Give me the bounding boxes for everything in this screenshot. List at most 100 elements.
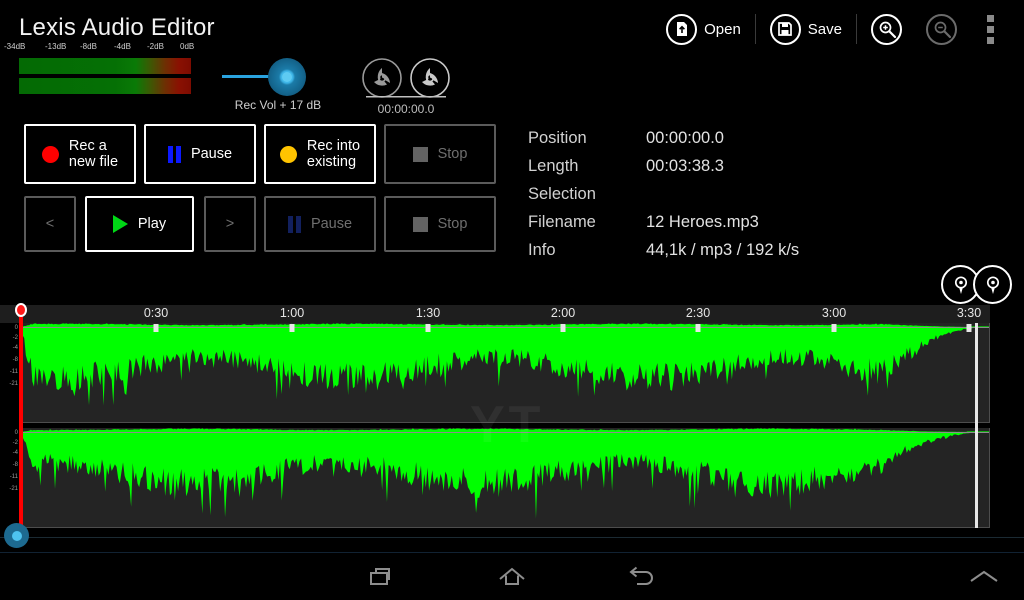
rec-new-file-label: Rec a new file: [69, 138, 118, 170]
waveform-area[interactable]: 00:301:001:302:002:303:003:30 0-2-4-8-11…: [0, 305, 1024, 530]
tape-reels: 00:00:00.0: [360, 56, 452, 116]
recents-button[interactable]: [327, 553, 437, 600]
playhead-cursor[interactable]: [19, 305, 23, 528]
level-meters: [19, 58, 191, 94]
playhead-handle[interactable]: [15, 303, 27, 317]
db-tick-2: -8dB: [80, 42, 97, 51]
record-dot-icon-2: [280, 146, 297, 163]
slider-thumb[interactable]: [282, 72, 292, 82]
ruler-marker-4: [561, 324, 566, 332]
wave-db-right-0: 0: [15, 430, 18, 436]
rec-pause-button[interactable]: Pause: [144, 124, 256, 184]
play-stop-button[interactable]: Stop: [384, 196, 496, 252]
marker-pin-buttons: [941, 265, 1012, 304]
android-navbar: [0, 552, 1024, 600]
wave-db-left-2: -4: [13, 345, 18, 351]
horizontal-scrollbar[interactable]: [0, 520, 1024, 554]
watermark: YT: [470, 395, 544, 455]
ruler-marker-1: [154, 324, 159, 332]
open-button[interactable]: Open: [654, 7, 753, 51]
play-stop-label: Stop: [438, 216, 468, 232]
wave-db-left-1: -2: [13, 335, 18, 341]
info-key-4: Info: [528, 241, 646, 260]
rec-pause-label: Pause: [191, 146, 232, 162]
scrollbar-handle-dot: [12, 531, 22, 541]
info-row-length: Length00:03:38.3: [528, 152, 799, 180]
toolbar-divider: [755, 14, 756, 44]
recording-timer: 00:00:00.0: [360, 102, 452, 116]
info-value-0: 00:00:00.0: [646, 129, 724, 148]
time-tick-6: 3:00: [822, 306, 846, 320]
info-value-4: 44,1k / mp3 / 192 k/s: [646, 241, 799, 260]
zoom-out-button[interactable]: [914, 7, 969, 51]
back-button[interactable]: [587, 553, 697, 600]
scrollbar-handle[interactable]: [4, 523, 29, 548]
home-button[interactable]: [457, 553, 567, 600]
scrollbar-track: [0, 537, 1024, 538]
time-tick-2: 1:00: [280, 306, 304, 320]
play-button[interactable]: Play: [85, 196, 194, 252]
back-icon: [626, 562, 658, 592]
overflow-menu-icon[interactable]: [969, 15, 1008, 44]
ruler-marker-5: [696, 324, 701, 332]
tape-reel-icon-right: [408, 56, 452, 100]
page-title: Lexis Audio Editor: [19, 14, 215, 42]
marker-pin-end-button[interactable]: [973, 265, 1012, 304]
overflow-dot-1: [987, 15, 994, 22]
ruler-marker-6: [832, 324, 837, 332]
file-open-icon: [666, 14, 697, 45]
info-panel: Position00:00:00.0Length00:03:38.3Select…: [528, 124, 799, 264]
channel-left-zero-line: [21, 327, 989, 328]
db-tick-0: -34dB: [4, 42, 25, 51]
toolbar-divider-2: [856, 14, 857, 44]
wave-db-right-4: -11: [10, 474, 18, 480]
rec-stop-button[interactable]: Stop: [384, 124, 496, 184]
db-tick-5: 0dB: [180, 42, 194, 51]
info-key-0: Position: [528, 129, 646, 148]
play-pause-button[interactable]: Pause: [264, 196, 376, 252]
info-value-1: 00:03:38.3: [646, 157, 724, 176]
zoom-in-button[interactable]: [859, 7, 914, 51]
save-label: Save: [808, 21, 842, 38]
save-button[interactable]: Save: [758, 7, 854, 51]
time-tick-1: 0:30: [144, 306, 168, 320]
wave-db-left-4: -11: [10, 369, 18, 375]
wave-db-left-5: -21: [9, 381, 18, 387]
zoom-in-icon: [871, 14, 902, 45]
zoom-out-icon: [926, 14, 957, 45]
marker-pin-icon: [951, 275, 971, 295]
lexis-audio-editor-window: Lexis Audio Editor Open: [0, 0, 1024, 600]
expand-button[interactable]: [929, 553, 1024, 600]
wave-db-right-2: -4: [13, 450, 18, 456]
time-tick-5: 2:30: [686, 306, 710, 320]
open-label: Open: [704, 21, 741, 38]
stop-square-icon: [413, 147, 428, 162]
rec-new-file-button[interactable]: Rec a new file: [24, 124, 136, 184]
chevron-up-icon: [966, 566, 1002, 588]
ruler-marker-2: [290, 324, 295, 332]
time-tick-7: 3:30: [957, 306, 981, 320]
rec-stop-label: Stop: [438, 146, 468, 162]
overflow-dot-3: [987, 37, 994, 44]
header-toolbar: Open Save: [654, 7, 1008, 51]
wave-db-left-0: 0: [15, 325, 18, 331]
selection-end-marker[interactable]: [975, 323, 978, 528]
recents-icon: [367, 562, 397, 592]
prev-button[interactable]: <: [24, 196, 76, 252]
timeline-ruler[interactable]: 00:301:001:302:002:303:003:30: [0, 305, 990, 323]
level-meter-left: [19, 58, 191, 74]
wave-db-right-1: -2: [13, 440, 18, 446]
info-row-filename: Filename12 Heroes.mp3: [528, 208, 799, 236]
rec-into-existing-label: Rec into existing: [307, 138, 360, 170]
info-key-3: Filename: [528, 213, 646, 232]
level-meter-right: [19, 78, 191, 94]
next-button[interactable]: >: [204, 196, 256, 252]
pause-icon-2: [288, 216, 301, 233]
marker-pin-icon-2: [983, 275, 1003, 295]
info-key-1: Length: [528, 157, 646, 176]
tape-reel-icon-left: [360, 56, 404, 100]
db-tick-1: -13dB: [45, 42, 66, 51]
rec-into-existing-button[interactable]: Rec into existing: [264, 124, 376, 184]
floppy-save-icon: [770, 14, 801, 45]
channel-left-db-marks: 0-2-4-8-11-21: [0, 323, 20, 423]
